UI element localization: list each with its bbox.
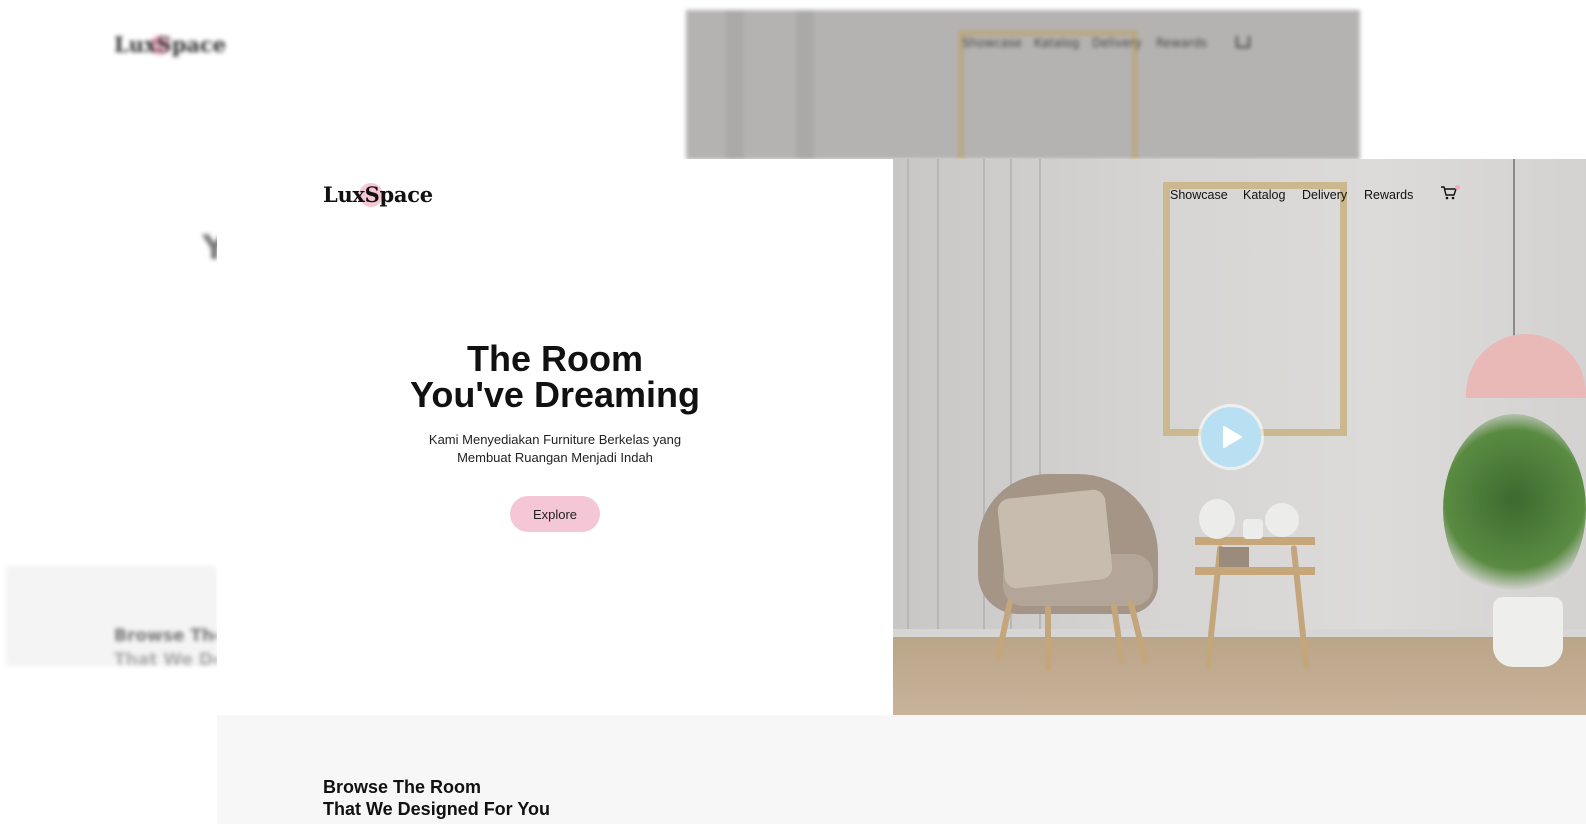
wall-frame bbox=[1163, 182, 1347, 436]
bg-nav-item: Showcase bbox=[962, 36, 1022, 50]
bg-logo: LuxSpace bbox=[114, 32, 227, 57]
vase bbox=[1199, 499, 1235, 539]
hero-text-panel: LuxSpace The Room You've Dreaming Kami M… bbox=[217, 159, 893, 715]
cart-badge bbox=[1455, 185, 1460, 190]
bg-section-title: Browse The Room bbox=[114, 626, 217, 646]
explore-button[interactable]: Explore bbox=[510, 496, 600, 532]
bg-nav-item: Katalog bbox=[1034, 36, 1080, 50]
bg-nav-item: Rewards bbox=[1156, 36, 1207, 50]
armchair-cushion bbox=[996, 488, 1114, 590]
potted-plant bbox=[1443, 414, 1586, 604]
bg-hero-photo bbox=[686, 10, 1360, 160]
section-title-line-2: That We Designed For You bbox=[323, 799, 551, 819]
landing-page: LuxSpace The Room You've Dreaming Kami M… bbox=[217, 159, 1586, 824]
nav-item-katalog[interactable]: Katalog bbox=[1243, 188, 1285, 202]
nav-item-showcase[interactable]: Showcase bbox=[1170, 188, 1228, 202]
books bbox=[1219, 547, 1249, 567]
play-video-button[interactable] bbox=[1201, 407, 1261, 467]
hero-title: The Room You've Dreaming bbox=[217, 341, 893, 413]
hero-image: Showcase Katalog Delivery Rewards bbox=[893, 159, 1586, 715]
screen: LuxSpace Showcase Katalog Delivery Rewar… bbox=[0, 0, 1586, 824]
play-icon bbox=[1223, 426, 1242, 448]
lamp-cord bbox=[1513, 159, 1515, 337]
cup bbox=[1243, 519, 1263, 539]
hero-subtitle: Kami Menyediakan Furniture Berkelas yang… bbox=[217, 431, 893, 467]
logo[interactable]: LuxSpace bbox=[323, 182, 433, 207]
hero-subtitle-line-2: Membuat Ruangan Menjadi Indah bbox=[457, 450, 653, 465]
hero-title-line-2: You've Dreaming bbox=[410, 374, 700, 415]
bg-section-subtitle: That We Designed For You bbox=[114, 650, 217, 670]
section-title: Browse The Room That We Designed For You bbox=[323, 776, 550, 820]
browse-section: Browse The Room That We Designed For You bbox=[217, 715, 1586, 824]
plant-vase bbox=[1265, 503, 1299, 537]
section-title-line-1: Browse The Room bbox=[323, 777, 482, 797]
nav-item-rewards[interactable]: Rewards bbox=[1364, 188, 1413, 202]
hero-subtitle-line-1: Kami Menyediakan Furniture Berkelas yang bbox=[428, 432, 682, 447]
bg-nav-item: Delivery bbox=[1092, 36, 1142, 50]
nav-item-delivery[interactable]: Delivery bbox=[1302, 188, 1347, 202]
plant-pot bbox=[1493, 597, 1563, 667]
hero-title-line-1: The Room bbox=[467, 338, 643, 379]
bg-cart-icon bbox=[1236, 36, 1250, 48]
